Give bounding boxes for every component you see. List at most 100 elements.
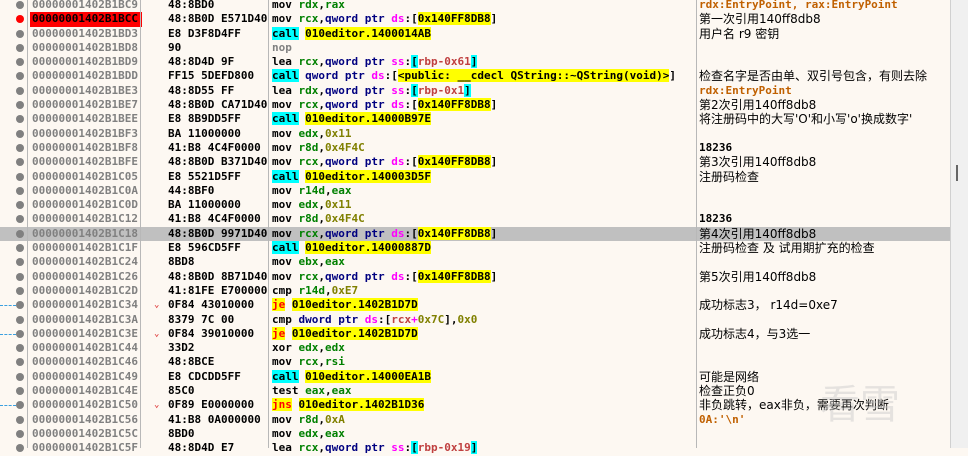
breakpoint-dot-icon[interactable] [16, 201, 24, 210]
disasm-row[interactable]: 00000001402B1BE7 48:8B0D CA71D40 mov rcx,q… [0, 98, 950, 112]
disasm-row[interactable]: 00000001402B1BFE 48:8B0D B371D40 mov rcx,q… [0, 155, 950, 169]
breakpoint-gutter[interactable] [0, 270, 27, 284]
comment[interactable]: 第一次引用140ff8db8 [699, 12, 950, 26]
breakpoint-dot-icon[interactable] [16, 415, 24, 424]
breakpoint-dot-icon[interactable] [16, 286, 24, 295]
disasm-row[interactable]: 00000001402B1C3A 8379 7C 00 cmp dword ptr … [0, 313, 950, 327]
breakpoint-gutter[interactable] [0, 227, 27, 241]
disasm-row[interactable]: 00000001402B1C0A 44:8BF0 mov r14d,eax [0, 184, 950, 198]
disasm-row[interactable]: 00000001402B1BCC 48:8B0D E571D40 mov rcx,q… [0, 12, 950, 27]
breakpoint-dot-icon[interactable] [16, 215, 24, 224]
comment[interactable]: 将注册码中的大写'O'和小写'o'换成数字' [699, 112, 950, 126]
breakpoint-icon[interactable] [16, 15, 24, 24]
breakpoint-gutter[interactable] [0, 112, 27, 126]
breakpoint-dot-icon[interactable] [16, 372, 24, 381]
breakpoint-gutter[interactable] [0, 370, 27, 384]
breakpoint-gutter[interactable] [0, 441, 27, 455]
breakpoint-dot-icon[interactable] [16, 72, 24, 81]
breakpoint-dot-icon[interactable] [16, 429, 24, 438]
disasm-row[interactable]: 00000001402B1BF8 41:B8 4C4F0000 mov r8d,0x… [0, 141, 950, 155]
disasm-row[interactable]: 00000001402B1C34 ⌄ 0F84 43010000 je 010edit… [0, 298, 950, 312]
comment[interactable]: 用户名 r9 密钥 [699, 27, 950, 41]
breakpoint-dot-icon[interactable] [16, 387, 24, 396]
disasm-row[interactable]: 00000001402B1C12 41:B8 4C4F0000 mov r8d,0x… [0, 212, 950, 226]
disasm-row[interactable]: 00000001402B1C44 33D2 xor edx,edx [0, 341, 950, 355]
disasm-row[interactable]: 00000001402B1C4E 85C0 test eax,eax 检查正负0 [0, 384, 950, 398]
disasm-row[interactable]: 00000001402B1C56 41:B8 0A000000 mov r8d,0x… [0, 413, 950, 427]
breakpoint-dot-icon[interactable] [16, 258, 24, 267]
instruction-column-divider[interactable] [696, 0, 697, 448]
comment[interactable]: 第3次引用140ff8db8 [699, 155, 950, 169]
breakpoint-gutter[interactable] [0, 298, 27, 312]
breakpoint-dot-icon[interactable] [16, 244, 24, 253]
breakpoint-dot-icon[interactable] [16, 29, 24, 38]
breakpoint-gutter[interactable] [0, 12, 27, 26]
breakpoint-dot-icon[interactable] [16, 315, 24, 324]
disasm-row[interactable]: 00000001402B1BD8 90 nop [0, 41, 950, 55]
breakpoint-gutter[interactable] [0, 27, 27, 41]
disasm-row[interactable]: 00000001402B1C5C 8BD0 mov edx,eax [0, 427, 950, 441]
breakpoint-dot-icon[interactable] [16, 172, 24, 181]
breakpoint-dot-icon[interactable] [16, 358, 24, 367]
breakpoint-gutter[interactable] [0, 313, 27, 327]
breakpoint-gutter[interactable] [0, 84, 27, 98]
disasm-row[interactable]: 00000001402B1C46 48:8BCE mov rcx,rsi [0, 355, 950, 369]
breakpoint-dot-icon[interactable] [16, 58, 24, 67]
comment[interactable]: 成功标志4，与3选一 [699, 327, 950, 341]
comment[interactable]: 第2次引用140ff8db8 [699, 98, 950, 112]
comment[interactable]: 第5次引用140ff8db8 [699, 270, 950, 284]
disasm-row[interactable]: 00000001402B1C0D BA 11000000 mov edx,0x11 [0, 198, 950, 212]
breakpoint-dot-icon[interactable] [16, 158, 24, 167]
breakpoint-dot-icon[interactable] [16, 229, 24, 238]
breakpoint-gutter[interactable] [0, 355, 27, 369]
disasm-row[interactable]: 00000001402B1C5F 48:8D4D E7 lea rcx,qword … [0, 441, 950, 455]
disasm-row[interactable]: 00000001402B1BD9 48:8D4D 9F lea rcx,qword … [0, 55, 950, 69]
comment[interactable]: 成功标志3， r14d=0xe7 [699, 298, 950, 312]
breakpoint-gutter[interactable] [0, 0, 27, 12]
breakpoint-dot-icon[interactable] [16, 101, 24, 110]
breakpoint-gutter[interactable] [0, 184, 27, 198]
breakpoint-dot-icon[interactable] [16, 86, 24, 95]
disasm-row[interactable]: 00000001402B1BDD FF15 5DEFD800 call qword … [0, 69, 950, 83]
breakpoint-gutter[interactable] [0, 55, 27, 69]
disasm-row[interactable]: 00000001402B1C49 E8 CDCDD5FF call 010edito… [0, 369, 950, 384]
breakpoint-dot-icon[interactable] [16, 272, 24, 281]
comment[interactable]: rdx:EntryPoint, rax:EntryPoint [699, 0, 950, 12]
disasm-row[interactable]: 00000001402B1BEE E8 8B9DD5FF call 010edito… [0, 112, 950, 126]
breakpoint-gutter[interactable] [0, 255, 27, 269]
comment[interactable]: 18236 [699, 212, 950, 226]
comment[interactable]: 第4次引用140ff8db8 [699, 227, 950, 241]
disasm-row[interactable]: 00000001402B1C50 ⌄ 0F89 E0000000 jns 010edi… [0, 398, 950, 412]
breakpoint-dot-icon[interactable] [16, 1, 24, 9]
breakpoint-gutter[interactable] [0, 284, 27, 298]
disasm-row[interactable]: 00000001402B1C26 48:8B0D 8B71D40 mov rcx,q… [0, 269, 950, 284]
breakpoint-dot-icon[interactable] [16, 186, 24, 195]
breakpoint-gutter[interactable] [0, 327, 27, 341]
comment[interactable]: 注册码检查 及 试用期扩充的检查 [699, 241, 950, 255]
breakpoint-dot-icon[interactable] [16, 329, 24, 338]
address-column-divider[interactable] [140, 0, 141, 448]
breakpoint-dot-icon[interactable] [16, 401, 24, 410]
comment[interactable]: 注册码检查 [699, 170, 950, 184]
disasm-row[interactable]: 00000001402B1C1F E8 596CD5FF call 010edito… [0, 241, 950, 255]
disasm-row[interactable]: 00000001402B1BD3 E8 D3F8D4FF call 010edito… [0, 26, 950, 41]
breakpoint-gutter[interactable] [0, 98, 27, 112]
vertical-scrollbar[interactable] [950, 0, 968, 448]
disasm-row[interactable]: 00000001402B1C3E ⌄ 0F84 39010000 je 010edit… [0, 326, 950, 341]
disasm-row[interactable]: 00000001402B1BC9 48:8BD0 mov rdx,rax rdx:En… [0, 0, 950, 12]
breakpoint-gutter[interactable] [0, 398, 27, 412]
disasm-row[interactable]: 00000001402B1C05 E8 5521D5FF call 010edito… [0, 169, 950, 184]
bytes-column-divider[interactable] [268, 0, 269, 448]
breakpoint-gutter[interactable] [0, 427, 27, 441]
breakpoint-gutter[interactable] [0, 241, 27, 255]
breakpoint-gutter[interactable] [0, 41, 27, 55]
breakpoint-dot-icon[interactable] [16, 115, 24, 124]
disassembly-view[interactable]: 00000001402B1BC9 48:8BD0 mov rdx,rax rdx:En… [0, 0, 950, 456]
disasm-row[interactable]: 00000001402B1BF3 BA 11000000 mov edx,0x11 [0, 127, 950, 141]
breakpoint-gutter[interactable] [0, 413, 27, 427]
comment[interactable]: rdx:EntryPoint [699, 84, 950, 98]
breakpoint-dot-icon[interactable] [16, 444, 24, 453]
breakpoint-dot-icon[interactable] [16, 43, 24, 52]
breakpoint-gutter[interactable] [0, 212, 27, 226]
breakpoint-gutter[interactable] [0, 127, 27, 141]
